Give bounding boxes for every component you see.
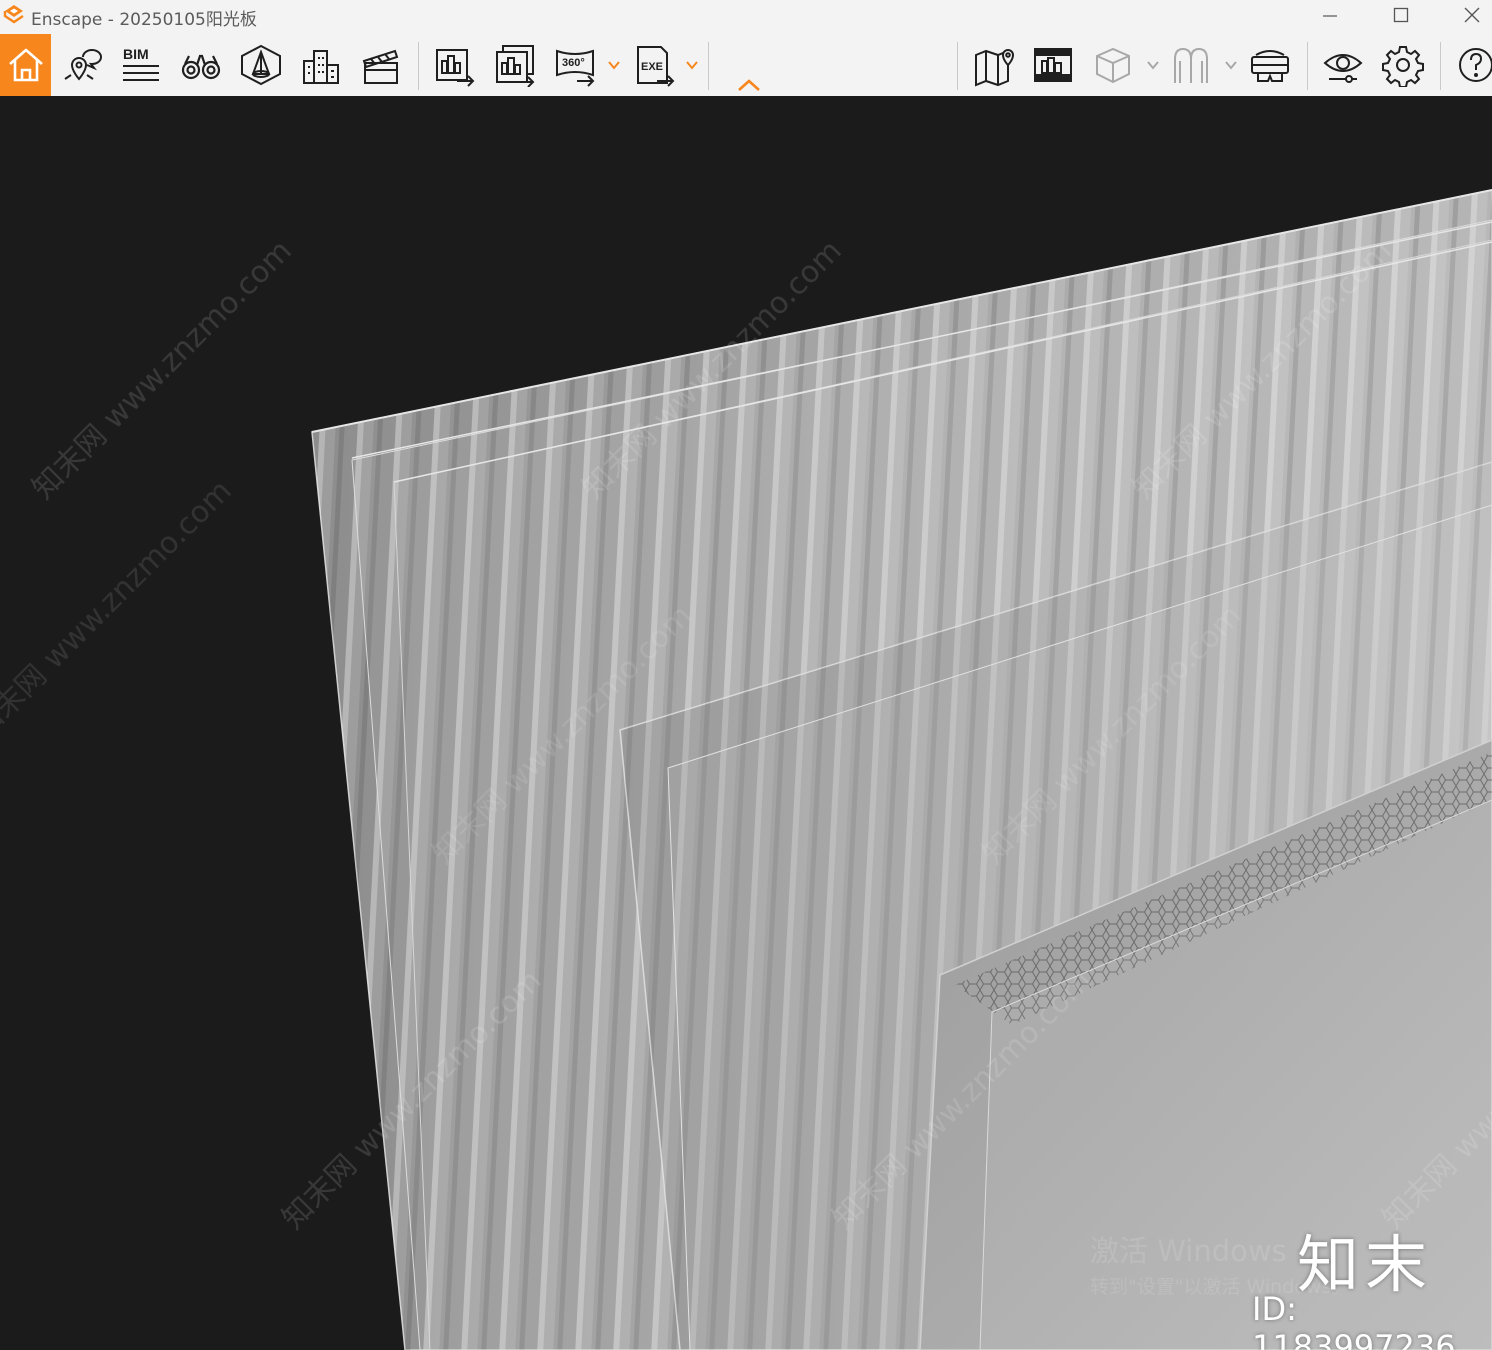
cube-view-button[interactable] [1090,40,1136,90]
site-context-button[interactable] [298,40,344,90]
binoculars-icon [181,54,221,80]
close-icon [1464,7,1480,23]
toolbar-separator [418,42,419,90]
asset-library-button[interactable] [1030,40,1076,90]
settings-button[interactable] [1380,40,1426,90]
perspective-button[interactable] [238,40,284,90]
clapperboard-icon [362,49,399,84]
walk-mode-button[interactable] [178,40,224,90]
main-toolbar: BIM 360° EXE [0,34,1492,96]
help-button[interactable] [1452,40,1492,90]
panorama-360-icon: 360° [556,49,595,87]
render-image-button[interactable] [432,40,478,90]
bim-button[interactable]: BIM [118,40,164,90]
exe-export-button[interactable]: EXE [632,40,678,90]
city-buildings-icon [303,50,339,84]
bim-icon: BIM [123,46,159,81]
vr-headset-button[interactable] [1247,40,1293,90]
svg-text:360°: 360° [562,57,585,69]
asset-library-icon [1034,48,1072,82]
vr-headset-icon [1251,50,1289,82]
visual-settings-button[interactable] [1320,40,1366,90]
panorama-button[interactable]: 360° [552,40,598,90]
svg-text:EXE: EXE [641,61,663,73]
screenshot-export-icon [436,49,475,87]
cone-perspective-icon [241,44,281,86]
help-icon [1459,48,1492,82]
toolbar-separator [1307,42,1308,90]
window-title: Enscape - 20250105阳光板 [31,10,257,30]
minimize-icon [1323,15,1337,17]
enscape-logo-icon [3,5,24,24]
toolbar-separator [957,42,958,90]
panorama-dropdown-chevron-icon[interactable] [607,58,621,72]
title-bar: Enscape - 20250105阳光板 [0,0,1492,34]
position-manager-button[interactable] [58,40,104,90]
cube-view-icon [1096,47,1130,84]
home-button[interactable] [0,34,51,96]
ghost-view-button[interactable] [1168,40,1214,90]
ghost-view-icon [1174,47,1208,83]
close-button[interactable] [1452,0,1492,30]
map-view-button[interactable] [970,40,1016,90]
render-viewport[interactable]: 知末网 www.znzmo.com 知末网 www.znzmo.com 知末网 … [0,96,1492,1350]
maximize-icon [1393,7,1409,23]
brand-id: ID: 1183997236 [1252,1290,1456,1350]
batch-export-icon [496,45,535,87]
gear-icon [1382,46,1424,87]
toolbar-separator [708,42,709,90]
map-icon [975,49,1015,87]
exe-export-icon: EXE [637,46,675,87]
collapse-toolbar-chevron-icon[interactable] [737,78,761,92]
home-icon [8,48,43,82]
minimize-button[interactable] [1310,0,1350,30]
batch-render-button[interactable] [492,40,538,90]
svg-text:BIM: BIM [123,46,149,62]
video-editor-button[interactable] [358,40,404,90]
visual-settings-eye-icon [1323,54,1363,83]
maximize-button[interactable] [1381,0,1421,30]
ghost-view-dropdown-chevron-icon[interactable] [1224,58,1238,72]
toolbar-separator [1440,42,1441,90]
map-pin-chat-icon [64,49,102,81]
cube-view-dropdown-chevron-icon[interactable] [1146,58,1160,72]
exe-dropdown-chevron-icon[interactable] [685,58,699,72]
